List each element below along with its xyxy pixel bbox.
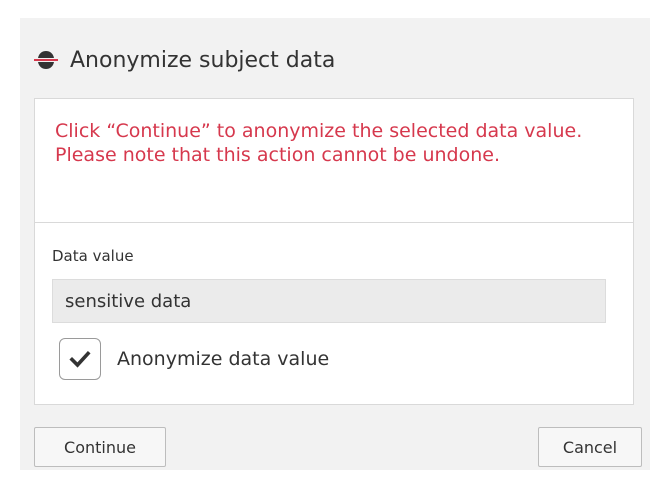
anonymize-checkbox-label[interactable]: Anonymize data value xyxy=(117,348,329,370)
warning-message: Click “Continue” to anonymize the select… xyxy=(35,99,633,223)
anonymize-checkbox[interactable] xyxy=(59,338,101,380)
continue-button[interactable]: Continue xyxy=(34,427,166,467)
dialog-body: Click “Continue” to anonymize the select… xyxy=(34,98,634,405)
data-value-text: sensitive data xyxy=(65,290,192,312)
data-value-label: Data value xyxy=(52,247,134,265)
data-value-field: sensitive data xyxy=(52,279,606,323)
checkmark-icon xyxy=(69,350,91,368)
dialog-header: Anonymize subject data xyxy=(34,42,335,78)
anonymize-icon xyxy=(34,48,58,72)
cancel-button[interactable]: Cancel xyxy=(538,427,642,467)
anonymize-checkbox-row[interactable]: Anonymize data value xyxy=(59,337,329,381)
dialog-title: Anonymize subject data xyxy=(70,47,336,73)
anonymize-dialog: Anonymize subject data Click “Continue” … xyxy=(20,18,650,470)
